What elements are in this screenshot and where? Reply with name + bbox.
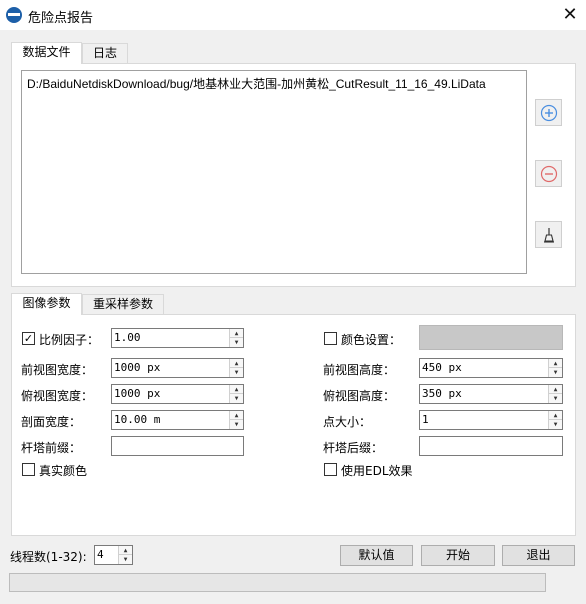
scale-factor-label: 比例因子： <box>39 333 100 347</box>
spin-down-icon[interactable]: ▼ <box>549 420 562 429</box>
progress-bar <box>9 573 546 592</box>
add-file-button[interactable] <box>535 99 562 126</box>
spin-down-icon[interactable]: ▼ <box>549 368 562 377</box>
color-setting-label: 颜色设置： <box>341 333 402 347</box>
spin-down-icon[interactable]: ▼ <box>230 394 243 403</box>
tower-prefix-label: 杆塔前缀： <box>21 441 82 455</box>
front-width-stepper[interactable]: ▲ ▼ <box>229 359 243 377</box>
top-width-stepper[interactable]: ▲ ▼ <box>229 385 243 403</box>
spin-up-icon[interactable]: ▲ <box>549 411 562 420</box>
window-title: 危险点报告 <box>28 11 94 26</box>
spin-up-icon[interactable]: ▲ <box>549 385 562 394</box>
default-button[interactable]: 默认值 <box>340 545 413 566</box>
top-height-value: 350 px <box>422 387 462 400</box>
top-width-label: 俯视图宽度： <box>21 389 94 403</box>
point-size-value: 1 <box>422 413 429 426</box>
top-width-value: 1000 px <box>114 387 161 400</box>
top-width-input[interactable]: 1000 px ▲ ▼ <box>111 384 244 404</box>
section-width-value: 10.00 m <box>114 413 161 426</box>
threads-stepper[interactable]: ▲ ▼ <box>118 546 132 564</box>
top-height-label: 俯视图高度： <box>323 389 396 403</box>
app-logo-icon <box>6 7 22 23</box>
top-height-stepper[interactable]: ▲ ▼ <box>548 385 562 403</box>
tab-data-file[interactable]: 数据文件 <box>11 42 82 64</box>
true-color-checkbox[interactable] <box>22 463 35 476</box>
close-button[interactable]: ✕ <box>556 2 584 28</box>
scale-factor-stepper[interactable]: ▲ ▼ <box>229 329 243 347</box>
tower-suffix-input[interactable] <box>419 436 563 456</box>
spin-up-icon[interactable]: ▲ <box>230 329 243 338</box>
list-item[interactable]: D:/BaiduNetdiskDownload/bug/地基林业大范围-加州黄松… <box>27 75 486 92</box>
tower-prefix-input[interactable] <box>111 436 244 456</box>
tower-suffix-label: 杆塔后缀： <box>323 441 384 455</box>
front-width-value: 1000 px <box>114 361 161 374</box>
section-width-input[interactable]: 10.00 m ▲ ▼ <box>111 410 244 430</box>
start-button[interactable]: 开始 <box>421 545 495 566</box>
front-height-input[interactable]: 450 px ▲ ▼ <box>419 358 563 378</box>
front-height-value: 450 px <box>422 361 462 374</box>
data-file-panel: D:/BaiduNetdiskDownload/bug/地基林业大范围-加州黄松… <box>11 63 576 287</box>
section-width-label: 剖面宽度： <box>21 415 82 429</box>
threads-input[interactable]: 4 ▲ ▼ <box>94 545 133 565</box>
top-height-input[interactable]: 350 px ▲ ▼ <box>419 384 563 404</box>
spin-down-icon[interactable]: ▼ <box>119 555 132 564</box>
front-height-label: 前视图高度： <box>323 363 396 377</box>
spin-up-icon[interactable]: ▲ <box>230 385 243 394</box>
point-size-stepper[interactable]: ▲ ▼ <box>548 411 562 429</box>
clear-files-button[interactable] <box>535 221 562 248</box>
spin-up-icon[interactable]: ▲ <box>119 546 132 555</box>
color-setting-checkbox[interactable] <box>324 332 337 345</box>
minus-circle-icon <box>540 165 557 183</box>
scale-factor-input[interactable]: 1.00 ▲ ▼ <box>111 328 244 348</box>
spin-up-icon[interactable]: ▲ <box>549 359 562 368</box>
check-icon: ✓ <box>23 332 34 345</box>
spin-down-icon[interactable]: ▼ <box>549 394 562 403</box>
tab-image-params[interactable]: 图像参数 <box>11 293 82 315</box>
scale-factor-value: 1.00 <box>114 331 141 344</box>
title-bar: 危险点报告 ✕ <box>0 0 586 30</box>
tab-log[interactable]: 日志 <box>82 43 128 64</box>
spin-up-icon[interactable]: ▲ <box>230 359 243 368</box>
front-width-label: 前视图宽度： <box>21 363 94 377</box>
front-height-stepper[interactable]: ▲ ▼ <box>548 359 562 377</box>
section-width-stepper[interactable]: ▲ ▼ <box>229 411 243 429</box>
threads-label: 线程数(1-32): <box>10 550 87 564</box>
remove-file-button[interactable] <box>535 160 562 187</box>
image-params-panel: ✓ 比例因子： 1.00 ▲ ▼ 颜色设置： 前视图宽度： 1000 px ▲ ▼ … <box>11 314 576 536</box>
spin-down-icon[interactable]: ▼ <box>230 368 243 377</box>
point-size-label: 点大小： <box>323 415 372 429</box>
front-width-input[interactable]: 1000 px ▲ ▼ <box>111 358 244 378</box>
exit-button[interactable]: 退出 <box>502 545 575 566</box>
spin-down-icon[interactable]: ▼ <box>230 338 243 347</box>
color-swatch[interactable] <box>419 325 563 350</box>
scale-factor-checkbox[interactable]: ✓ <box>22 332 35 345</box>
close-icon: ✕ <box>562 4 578 25</box>
file-list[interactable]: D:/BaiduNetdiskDownload/bug/地基林业大范围-加州黄松… <box>21 70 527 274</box>
true-color-label: 真实颜色 <box>39 464 88 478</box>
edl-label: 使用EDL效果 <box>341 464 413 478</box>
threads-value: 4 <box>97 548 104 561</box>
broom-icon <box>543 228 554 243</box>
spin-down-icon[interactable]: ▼ <box>230 420 243 429</box>
tab-resample-params[interactable]: 重采样参数 <box>82 294 164 315</box>
point-size-input[interactable]: 1 ▲ ▼ <box>419 410 563 430</box>
edl-checkbox[interactable] <box>324 463 337 476</box>
plus-circle-icon <box>540 104 557 122</box>
spin-up-icon[interactable]: ▲ <box>230 411 243 420</box>
